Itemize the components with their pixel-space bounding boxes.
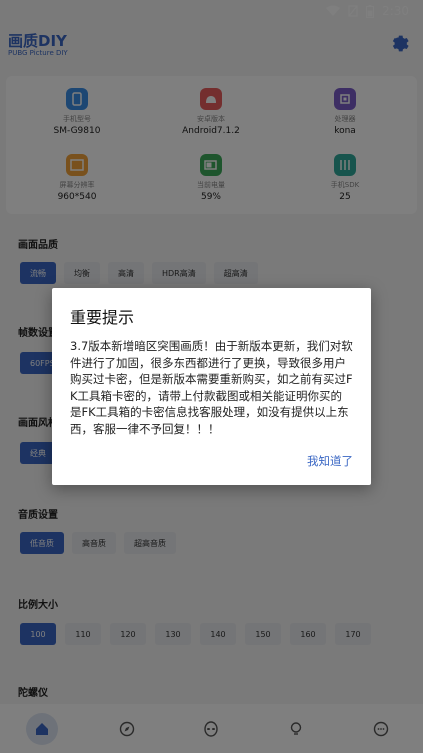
acknowledge-button[interactable]: 我知道了 — [307, 453, 353, 469]
dialog-message: 3.7版本新增暗区突围画质！由于新版本更新，我们对软件进行了加固，很多东西都进行… — [70, 339, 353, 436]
notice-dialog: 重要提示 3.7版本新增暗区突围画质！由于新版本更新，我们对软件进行了加固，很多… — [52, 288, 371, 485]
dialog-title: 重要提示 — [70, 308, 135, 327]
